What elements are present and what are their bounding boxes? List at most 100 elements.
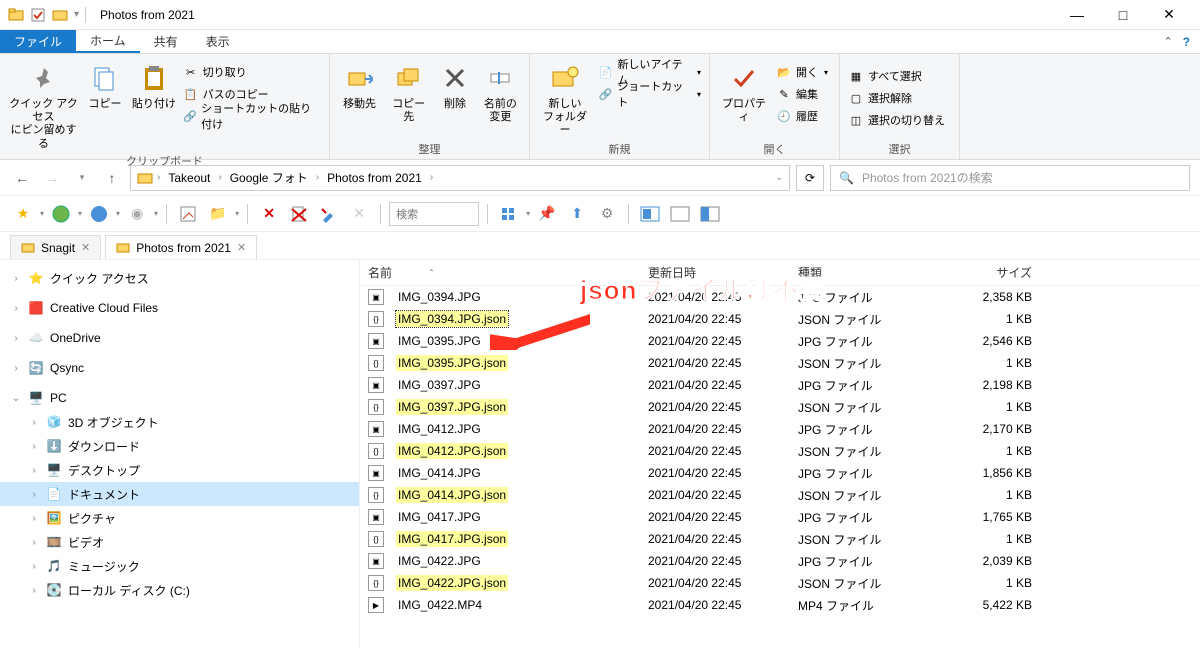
delete-doc-button[interactable] xyxy=(286,201,312,227)
checkbox-icon[interactable] xyxy=(30,7,46,23)
cut-button[interactable]: ✂切り取り xyxy=(183,62,321,82)
file-list[interactable]: 名前⌃ 更新日時 種類 サイズ ▣IMG_0394.JPG 2021/04/20… xyxy=(360,260,1200,648)
column-name[interactable]: 名前⌃ xyxy=(360,264,640,281)
pin-to-quick-access-button[interactable]: クイック アクセス にピン留めする xyxy=(8,58,79,151)
arrow-up-button[interactable]: ⬆ xyxy=(564,201,590,227)
edit-button[interactable]: ✎編集 xyxy=(776,84,828,104)
tree-item[interactable]: ›🎞️ビデオ xyxy=(0,530,359,554)
tab-view[interactable]: 表示 xyxy=(192,30,244,53)
file-row[interactable]: ▣IMG_0395.JPG 2021/04/20 22:45 JPG ファイル … xyxy=(360,330,1200,352)
history-button[interactable]: 🕘履歴 xyxy=(776,106,828,126)
expand-icon[interactable]: › xyxy=(10,333,22,344)
paste-button[interactable]: 貼り付け xyxy=(131,58,177,111)
copy-button[interactable]: コピー xyxy=(85,58,125,111)
tree-item[interactable]: ⌄🖥️PC xyxy=(0,386,359,410)
close-icon[interactable]: ✕ xyxy=(81,241,90,254)
forward-button[interactable]: → xyxy=(40,166,64,190)
tree-item[interactable]: ›🔄Qsync xyxy=(0,356,359,380)
history-dropdown[interactable]: ▾ xyxy=(70,166,94,190)
tree-item[interactable]: ›☁️OneDrive xyxy=(0,326,359,350)
file-row[interactable]: {}IMG_0422.JPG.json 2021/04/20 22:45 JSO… xyxy=(360,572,1200,594)
gear-button[interactable]: ⚙ xyxy=(594,201,620,227)
expand-icon[interactable]: ⌄ xyxy=(10,393,22,404)
file-row[interactable]: {}IMG_0395.JPG.json 2021/04/20 22:45 JSO… xyxy=(360,352,1200,374)
search-box[interactable]: 🔍 Photos from 2021の検索 xyxy=(830,165,1190,191)
folder-tb-button[interactable]: 📁 xyxy=(205,201,231,227)
tab-share[interactable]: 共有 xyxy=(140,30,192,53)
maximize-button[interactable]: □ xyxy=(1100,0,1146,30)
chevron-up-icon[interactable]: ⌃ xyxy=(1163,35,1172,48)
tab-file[interactable]: ファイル xyxy=(0,30,76,53)
tree-item[interactable]: ›📄ドキュメント xyxy=(0,482,359,506)
globe2-button[interactable] xyxy=(86,201,112,227)
select-all-button[interactable]: ▦すべて選択 xyxy=(848,66,945,86)
expand-icon[interactable]: › xyxy=(28,537,40,548)
file-row[interactable]: {}IMG_0412.JPG.json 2021/04/20 22:45 JSO… xyxy=(360,440,1200,462)
move-to-button[interactable]: 移動先 xyxy=(338,58,381,111)
expand-icon[interactable]: › xyxy=(28,489,40,500)
file-row[interactable]: ▣IMG_0414.JPG 2021/04/20 22:45 JPG ファイル … xyxy=(360,462,1200,484)
file-row[interactable]: ▣IMG_0412.JPG 2021/04/20 22:45 JPG ファイル … xyxy=(360,418,1200,440)
expand-icon[interactable]: › xyxy=(28,585,40,596)
tree-item[interactable]: ›🧊3D オブジェクト xyxy=(0,410,359,434)
globe-button[interactable] xyxy=(48,201,74,227)
refresh-button[interactable]: ⟳ xyxy=(796,165,824,191)
view-button[interactable] xyxy=(496,201,522,227)
breadcrumb[interactable]: Takeout xyxy=(164,171,214,185)
expand-icon[interactable]: › xyxy=(10,303,22,314)
new-shortcut-button[interactable]: 🔗ショートカット▾ xyxy=(598,84,701,104)
pane2-button[interactable] xyxy=(697,201,723,227)
favorite-button[interactable]: ★ xyxy=(10,201,36,227)
expand-icon[interactable]: › xyxy=(28,417,40,428)
help-icon[interactable]: ? xyxy=(1183,35,1190,49)
tree-item[interactable]: ›🖥️デスクトップ xyxy=(0,458,359,482)
expand-icon[interactable]: › xyxy=(28,465,40,476)
globe3-button[interactable]: ◉ xyxy=(124,201,150,227)
folder-tab-snagit[interactable]: Snagit ✕ xyxy=(10,235,101,259)
pin2-button[interactable]: 📌 xyxy=(534,201,560,227)
minimize-button[interactable]: — xyxy=(1054,0,1100,30)
open-button[interactable]: 📂開く▾ xyxy=(776,62,828,82)
file-row[interactable]: {}IMG_0417.JPG.json 2021/04/20 22:45 JSO… xyxy=(360,528,1200,550)
address-bar[interactable]: › Takeout › Google フォト › Photos from 202… xyxy=(130,165,790,191)
address-dropdown[interactable]: ⌄ xyxy=(775,172,783,183)
navigation-tree[interactable]: ›⭐クイック アクセス›🟥Creative Cloud Files›☁️OneD… xyxy=(0,260,360,648)
breadcrumb[interactable]: Photos from 2021 xyxy=(323,171,426,185)
brush-button[interactable] xyxy=(316,201,342,227)
tab-home[interactable]: ホーム xyxy=(76,30,140,53)
expand-icon[interactable]: › xyxy=(28,441,40,452)
new-folder-button[interactable]: 新しい フォルダー xyxy=(538,58,592,138)
tree-item[interactable]: ›💽ローカル ディスク (C:) xyxy=(0,578,359,602)
folder-open-icon[interactable] xyxy=(52,7,68,23)
editor-button[interactable] xyxy=(175,201,201,227)
expand-icon[interactable]: › xyxy=(10,363,22,374)
file-row[interactable]: ▣IMG_0394.JPG 2021/04/20 22:45 JPG ファイル … xyxy=(360,286,1200,308)
file-row[interactable]: ▶IMG_0422.MP4 2021/04/20 22:45 MP4 ファイル … xyxy=(360,594,1200,616)
file-row[interactable]: {}IMG_0414.JPG.json 2021/04/20 22:45 JSO… xyxy=(360,484,1200,506)
tree-item[interactable]: ›⬇️ダウンロード xyxy=(0,434,359,458)
close-icon[interactable]: ✕ xyxy=(237,241,246,254)
properties-button[interactable]: プロパティ xyxy=(718,58,770,124)
expand-icon[interactable]: › xyxy=(28,561,40,572)
toolbar-search-input[interactable]: 検索 xyxy=(389,202,479,226)
select-none-button[interactable]: ▢選択解除 xyxy=(848,88,945,108)
column-size[interactable]: サイズ xyxy=(940,264,1040,281)
back-button[interactable]: ← xyxy=(10,166,34,190)
delete-x-button[interactable]: ✕ xyxy=(256,201,282,227)
invert-selection-button[interactable]: ◫選択の切り替え xyxy=(848,110,945,130)
up-button[interactable]: ↑ xyxy=(100,166,124,190)
breadcrumb[interactable]: Google フォト xyxy=(226,169,312,186)
column-date[interactable]: 更新日時 xyxy=(640,264,790,281)
file-row[interactable]: ▣IMG_0422.JPG 2021/04/20 22:45 JPG ファイル … xyxy=(360,550,1200,572)
copy-to-button[interactable]: コピー先 xyxy=(387,58,430,124)
preview-button[interactable] xyxy=(637,201,663,227)
paste-shortcut-button[interactable]: 🔗ショートカットの貼り付け xyxy=(183,106,321,126)
expand-icon[interactable]: › xyxy=(28,513,40,524)
rename-button[interactable]: 名前の 変更 xyxy=(480,58,521,124)
expand-icon[interactable]: › xyxy=(10,273,22,284)
tree-item[interactable]: ›⭐クイック アクセス xyxy=(0,266,359,290)
folder-tab-photos[interactable]: Photos from 2021 ✕ xyxy=(105,235,257,259)
tree-item[interactable]: ›🖼️ピクチャ xyxy=(0,506,359,530)
close-button[interactable]: ✕ xyxy=(1146,0,1192,30)
file-row[interactable]: {}IMG_0394.JPG.json 2021/04/20 22:45 JSO… xyxy=(360,308,1200,330)
